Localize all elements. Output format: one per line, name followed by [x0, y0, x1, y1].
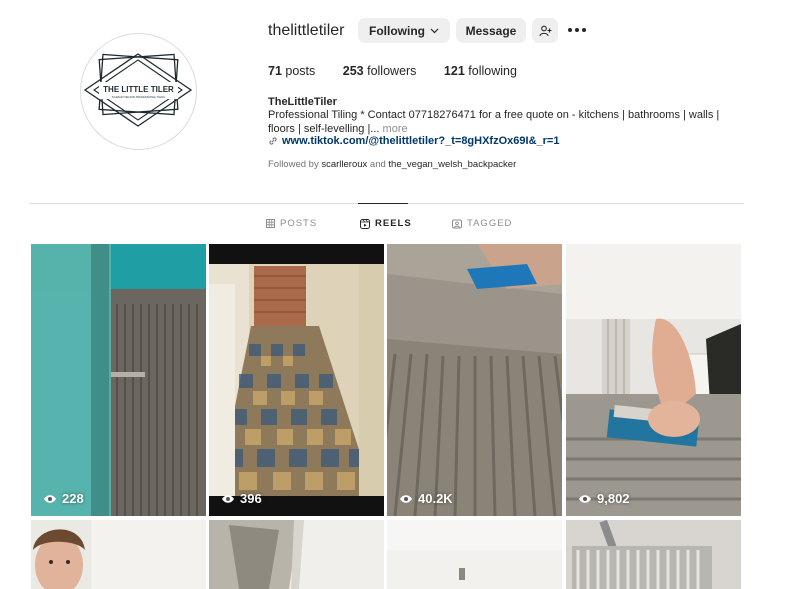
reel-thumbnail-image [566, 244, 741, 516]
eye-icon [44, 494, 56, 503]
followed-by-account-1: scarlleroux [321, 159, 368, 170]
add-user-icon [538, 25, 551, 36]
followers-label: followers [367, 64, 417, 78]
tab-tagged-label: TAGGED [467, 218, 513, 229]
bio-text: Professional Tiling * Contact 0771827647… [268, 109, 720, 135]
following-count: 121 [443, 64, 465, 78]
message-button[interactable]: Message [456, 18, 526, 43]
profile-username: thelittletiler [268, 22, 345, 39]
reel-thumbnail-image [387, 244, 562, 516]
posts-count: 71 [268, 64, 282, 78]
reel-thumbnail-image [209, 520, 384, 589]
add-user-button[interactable] [532, 18, 558, 43]
followers-stat[interactable]: 253 followers [343, 64, 417, 78]
reel-view-count-value: 396 [240, 491, 262, 506]
posts-label: posts [285, 64, 316, 78]
followed-by-prefix: Followed by [268, 159, 319, 170]
tab-posts-label: POSTS [280, 218, 318, 229]
eye-icon [579, 494, 591, 503]
reel-thumbnail[interactable]: 396 [209, 244, 384, 516]
more-options-icon [568, 28, 586, 32]
followed-by-conjunction: and [369, 159, 386, 170]
reel-thumbnail-image [31, 520, 206, 589]
following-label: following [468, 64, 517, 78]
followed-by-text[interactable]: Followed by scarlleroux and the_vegan_we… [268, 159, 516, 170]
message-button-label: Message [465, 23, 517, 38]
tagged-icon [452, 219, 462, 228]
chevron-down-icon [430, 28, 439, 33]
reel-view-count-value: 9,802 [597, 491, 630, 506]
reel-thumbnail[interactable]: 9,802 [566, 244, 741, 516]
eye-icon [222, 494, 234, 503]
reel-view-count: 40.2K [399, 491, 453, 506]
logo-sub-text: SCARLET NELSON PROFESSIONAL TILING [112, 95, 165, 99]
reel-view-count: 9,802 [578, 491, 630, 506]
eye-icon [400, 494, 412, 503]
reels-icon [360, 218, 370, 229]
logo-main-text: THE LITTLE TILER [103, 85, 174, 94]
reel-thumbnail-image [209, 244, 384, 516]
profile-avatar[interactable]: THE LITTLE TILER SCARLET NELSON PROFESSI… [80, 33, 197, 150]
reel-view-count: 396 [221, 491, 262, 506]
reel-view-count-value: 40.2K [418, 491, 453, 506]
following-stat[interactable]: 121 following [444, 64, 517, 78]
grid-icon [266, 219, 275, 228]
profile-stats: 71 posts 253 followers 121 following [268, 64, 541, 78]
reel-thumbnail[interactable]: 40.2K [387, 244, 562, 516]
tab-tagged[interactable]: TAGGED [452, 218, 512, 229]
reel-thumbnail[interactable] [31, 520, 206, 589]
following-button[interactable]: Following [358, 18, 450, 43]
tab-posts[interactable]: POSTS [266, 218, 317, 229]
reel-thumbnail[interactable] [209, 520, 384, 589]
reel-thumbnail-image [566, 520, 741, 589]
reel-thumbnail[interactable] [387, 520, 562, 589]
following-button-label: Following [369, 23, 425, 38]
profile-bio: Professional Tiling * Contact 0771827647… [268, 108, 738, 136]
reel-thumbnail-image [31, 244, 206, 516]
profile-link[interactable]: www.tiktok.com/@thelittletiler?_t=8gHXfz… [268, 135, 559, 147]
reel-thumbnail-image [387, 520, 562, 589]
reel-view-count: 228 [43, 491, 84, 506]
posts-stat[interactable]: 71 posts [268, 64, 315, 78]
tab-reels-label: REELS [375, 218, 412, 229]
reel-thumbnail[interactable] [566, 520, 741, 589]
profile-link-text: www.tiktok.com/@thelittletiler?_t=8gHXfz… [282, 135, 560, 147]
profile-full-name: TheLittleTiler [268, 96, 337, 108]
followers-count: 253 [342, 64, 364, 78]
more-options-button[interactable] [566, 20, 588, 40]
reel-view-count-value: 228 [62, 491, 84, 506]
active-tab-indicator [358, 203, 408, 204]
link-icon [269, 137, 277, 145]
reel-thumbnail[interactable]: 228 [31, 244, 206, 516]
little-tiler-logo: THE LITTLE TILER SCARLET NELSON PROFESSI… [83, 53, 193, 127]
followed-by-account-2: the_vegan_welsh_backpacker [388, 159, 517, 170]
tab-reels[interactable]: REELS [360, 218, 412, 229]
bio-more-link[interactable]: more [383, 123, 408, 135]
